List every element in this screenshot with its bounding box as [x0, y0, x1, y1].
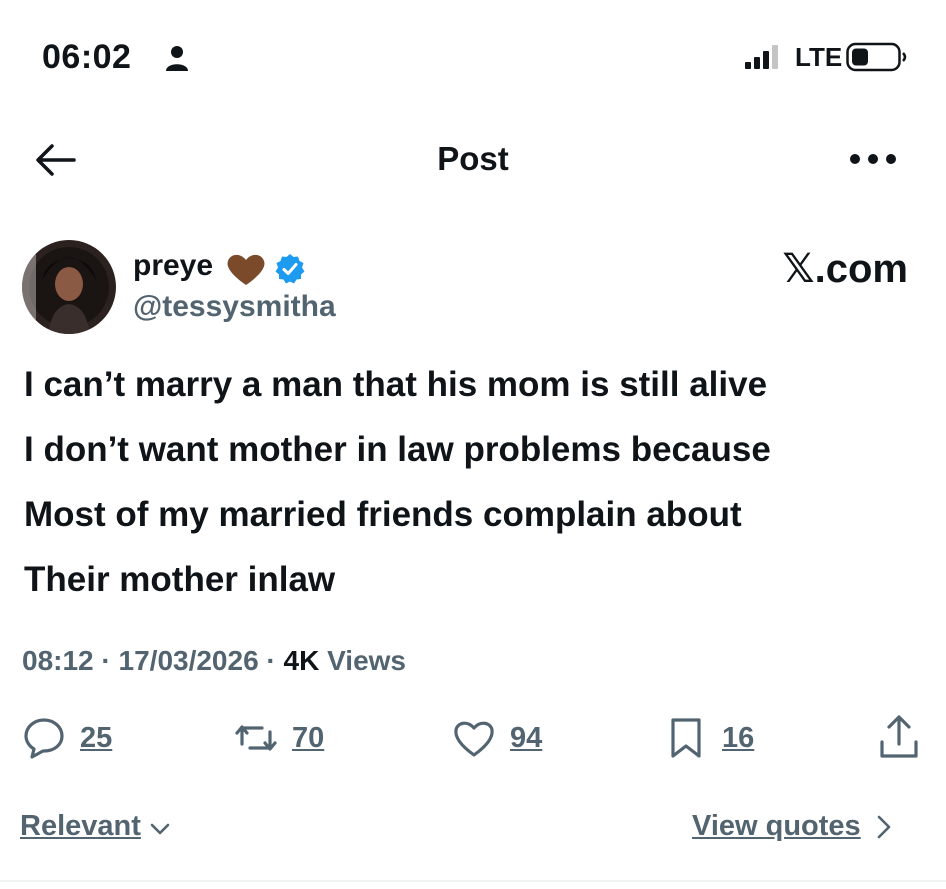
brand-watermark: 𝕏.com: [738, 246, 908, 292]
more-icon[interactable]: [848, 150, 898, 168]
bookmark-button[interactable]: 16: [664, 716, 754, 760]
meta-separator: ·: [258, 645, 284, 676]
battery-icon: [846, 42, 907, 72]
view-quotes-link[interactable]: View quotes: [692, 810, 895, 843]
like-count: 94: [510, 721, 543, 754]
tweet-line: I can’t marry a man that his mom is stil…: [24, 365, 768, 404]
brown-heart-emoji: [227, 254, 265, 285]
meta-separator: ·: [93, 645, 119, 676]
post-screen: 06:02 LTE Post preye @tessysmitha 𝕏.com …: [0, 0, 946, 889]
display-name[interactable]: preye: [133, 249, 213, 283]
reply-button[interactable]: 25: [22, 716, 112, 760]
verified-badge-icon: [275, 254, 305, 284]
reply-icon: [24, 718, 64, 759]
person-icon: [166, 46, 188, 71]
chevron-down-icon: [150, 823, 170, 834]
heart-icon: [454, 721, 494, 757]
repost-count: 70: [292, 721, 325, 754]
tweet-line: Most of my married friends complain abou…: [24, 495, 742, 534]
repost-button[interactable]: 70: [234, 716, 324, 760]
avatar[interactable]: [22, 240, 116, 334]
sort-label: Relevant: [20, 810, 141, 842]
tweet-line: Their mother inlaw: [24, 560, 336, 599]
repost-icon: [235, 725, 277, 751]
x-logo: 𝕏: [782, 246, 815, 292]
post-date[interactable]: 17/03/2026: [119, 645, 259, 676]
view-quotes-label: View quotes: [692, 810, 861, 842]
page-title: Post: [437, 140, 509, 177]
tweet-line: I don’t want mother in law problems beca…: [24, 430, 771, 469]
like-button[interactable]: 94: [452, 716, 542, 760]
chevron-right-icon: [877, 815, 890, 838]
views-count: 4K: [283, 645, 320, 676]
post-meta: 08:12 · 17/03/2026 · 4K Views: [22, 645, 406, 677]
bookmark-icon: [671, 718, 701, 758]
status-time: 06:02: [42, 38, 132, 76]
tweet-text: I can’t marry a man that his mom is stil…: [24, 352, 924, 612]
reply-count: 25: [80, 721, 113, 754]
divider: [0, 880, 946, 882]
bookmark-count: 16: [722, 721, 755, 754]
views-label: Views: [319, 645, 406, 676]
signal-icon: [745, 45, 778, 69]
network-label: LTE: [795, 42, 843, 72]
brand-domain: .com: [814, 247, 908, 291]
post-time[interactable]: 08:12: [22, 645, 94, 676]
user-handle[interactable]: @tessysmitha: [133, 290, 336, 324]
share-icon[interactable]: [876, 714, 922, 760]
replies-sort-dropdown[interactable]: Relevant: [20, 810, 171, 843]
